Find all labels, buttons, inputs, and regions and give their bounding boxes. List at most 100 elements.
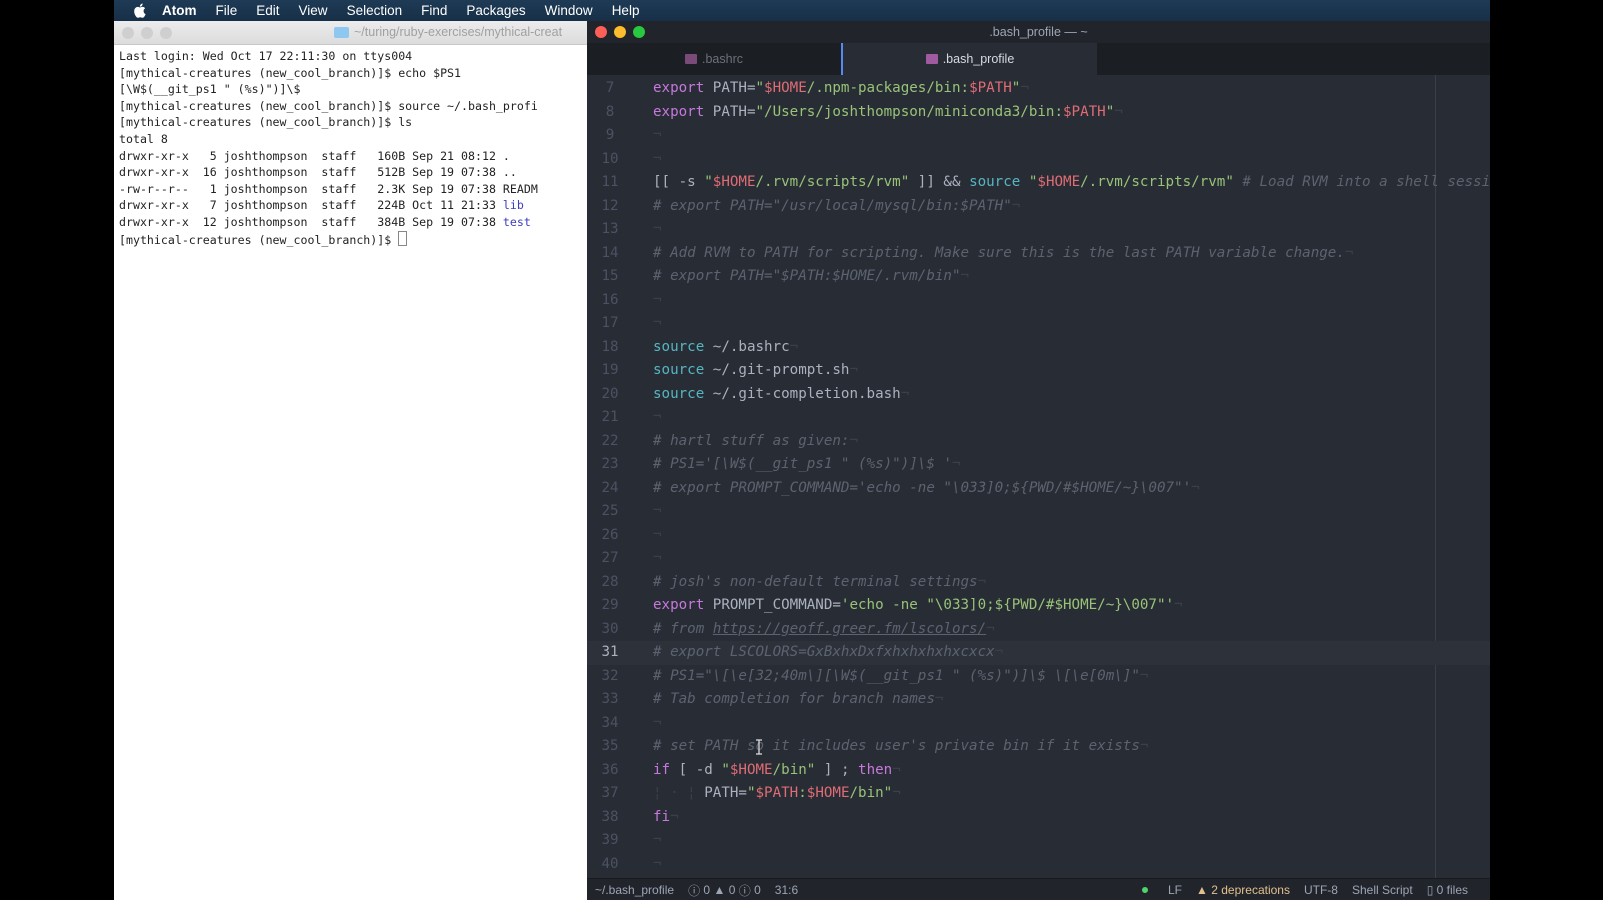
terminal-window: ~/turing/ruby-exercises/mythical-creat L… [114, 21, 587, 900]
code-line[interactable]: 26 ¬ [587, 524, 1490, 548]
code-editor[interactable]: 7 export PATH="$HOME/.npm-packages/bin:$P… [587, 75, 1490, 878]
code-line[interactable]: 36 if [ -d "$HOME/bin" ] ; then¬ [587, 759, 1490, 783]
code-line[interactable]: 16 ¬ [587, 289, 1490, 313]
terminal-output[interactable]: Last login: Wed Oct 17 22:11:30 on ttys0… [114, 45, 587, 248]
code-line[interactable]: 7 export PATH="$HOME/.npm-packages/bin:$P… [587, 77, 1490, 101]
line-number[interactable]: 34 [587, 712, 633, 736]
apple-logo-icon[interactable] [128, 3, 150, 18]
line-number[interactable]: 15 [587, 265, 633, 289]
code-line[interactable]: 29 export PROMPT_COMMAND='echo -ne "\033]… [587, 594, 1490, 618]
line-number[interactable]: 11 [587, 171, 633, 195]
grammar-selector[interactable]: Shell Script [1352, 883, 1413, 897]
code-line[interactable]: 17 ¬ [587, 312, 1490, 336]
code-line[interactable]: 14 # Add RVM to PATH for scripting. Make … [587, 242, 1490, 266]
status-file-path[interactable]: ~/.bash_profile [595, 883, 674, 897]
menu-file[interactable]: File [216, 3, 238, 18]
line-number[interactable]: 26 [587, 524, 633, 548]
line-number[interactable]: 32 [587, 665, 633, 689]
close-button[interactable] [122, 27, 134, 39]
line-number[interactable]: 33 [587, 688, 633, 712]
line-ending[interactable]: LF [1168, 883, 1182, 897]
code-line[interactable]: 40 ¬ [587, 853, 1490, 877]
menu-atom[interactable]: Atom [162, 3, 197, 18]
line-number[interactable]: 22 [587, 430, 633, 454]
code-line[interactable]: 27 ¬ [587, 547, 1490, 571]
code-token: ¬ [986, 620, 995, 637]
menu-find[interactable]: Find [421, 3, 447, 18]
minimize-button[interactable] [141, 27, 153, 39]
line-number[interactable]: 19 [587, 359, 633, 383]
code-line[interactable]: 34 ¬ [587, 712, 1490, 736]
line-number[interactable]: 8 [587, 101, 633, 125]
line-number[interactable]: 16 [587, 289, 633, 313]
code-line[interactable]: 38 fi¬ [587, 806, 1490, 830]
code-line[interactable]: 20 source ~/.git-completion.bash¬ [587, 383, 1490, 407]
code-line[interactable]: 21 ¬ [587, 406, 1490, 430]
code-line[interactable]: 23 # PS1='[\W$(__git_ps1 " (%s)")]\$ '¬ [587, 453, 1490, 477]
code-line[interactable]: 11[[ -s "$HOME/.rvm/scripts/rvm" ]] && s… [587, 171, 1490, 195]
menu-bar: Atom File Edit View Selection Find Packa… [114, 0, 1490, 21]
line-number[interactable]: 30 [587, 618, 633, 642]
deprecations-button[interactable]: ▲ 2 deprecations [1196, 883, 1290, 897]
line-number[interactable]: 40 [587, 853, 633, 877]
code-line[interactable]: 9 ¬ [587, 124, 1490, 148]
code-line[interactable]: 13 ¬ [587, 218, 1490, 242]
line-number[interactable]: 20 [587, 383, 633, 407]
encoding[interactable]: UTF-8 [1304, 883, 1338, 897]
line-number[interactable]: 12 [587, 195, 633, 219]
code-line[interactable]: 39 ¬ [587, 829, 1490, 853]
cursor-position[interactable]: 31:6 [775, 883, 798, 897]
menu-window[interactable]: Window [545, 3, 593, 18]
line-number[interactable]: 39 [587, 829, 633, 853]
line-number[interactable]: 24 [587, 477, 633, 501]
tab-bash-profile[interactable]: .bash_profile [841, 43, 1097, 75]
menu-edit[interactable]: Edit [256, 3, 279, 18]
line-number[interactable]: 23 [587, 453, 633, 477]
tab-bashrc[interactable]: .bashrc [587, 43, 841, 75]
code-line[interactable]: 24 # export PROMPT_COMMAND='echo -ne "\03… [587, 477, 1490, 501]
atom-titlebar[interactable]: .bash_profile — ~ [587, 21, 1490, 43]
code-line[interactable]: 8 export PATH="/Users/joshthompson/minico… [587, 101, 1490, 125]
code-line[interactable]: 37 ¦ · ¦ PATH="$PATH:$HOME/bin"¬ [587, 782, 1490, 806]
code-line[interactable]: 30 # from https://geoff.greer.fm/lscolors… [587, 618, 1490, 642]
line-number[interactable]: 35 [587, 735, 633, 759]
line-number[interactable]: 28 [587, 571, 633, 595]
line-number[interactable]: 37 [587, 782, 633, 806]
code-line[interactable]: 22 # hartl stuff as given:¬ [587, 430, 1490, 454]
terminal-prompt-line[interactable]: [mythical-creatures (new_cool_branch)]$ [119, 230, 587, 249]
code-line[interactable]: 10 ¬ [587, 148, 1490, 172]
code-line[interactable]: 31 # export LSCOLORS=GxBxhxDxfxhxhxhxhxcx… [587, 641, 1490, 665]
line-number[interactable]: 29 [587, 594, 633, 618]
code-line[interactable]: 18 source ~/.bashrc¬ [587, 336, 1490, 360]
line-number[interactable]: 14 [587, 242, 633, 266]
line-number[interactable]: 27 [587, 547, 633, 571]
line-number[interactable]: 31 [587, 641, 633, 665]
code-line[interactable]: 25 ¬ [587, 500, 1490, 524]
menu-packages[interactable]: Packages [466, 3, 525, 18]
menu-help[interactable]: Help [612, 3, 640, 18]
code-line[interactable]: 19 source ~/.git-prompt.sh¬ [587, 359, 1490, 383]
menu-view[interactable]: View [299, 3, 328, 18]
terminal-titlebar[interactable]: ~/turing/ruby-exercises/mythical-creat [114, 21, 587, 45]
line-number[interactable]: 9 [587, 124, 633, 148]
code-line[interactable]: 15 # export PATH="$PATH:$HOME/.rvm/bin"¬ [587, 265, 1490, 289]
line-number[interactable]: 10 [587, 148, 633, 172]
git-files[interactable]: ▯ 0 files [1427, 883, 1468, 897]
line-number[interactable]: 13 [587, 218, 633, 242]
code-line[interactable]: 12 # export PATH="/usr/local/mysql/bin:$P… [587, 195, 1490, 219]
line-number[interactable]: 7 [587, 77, 633, 101]
code-token[interactable]: https://geoff.greer.fm/lscolors/ [713, 621, 986, 637]
line-number[interactable]: 18 [587, 336, 633, 360]
line-number[interactable]: 17 [587, 312, 633, 336]
menu-selection[interactable]: Selection [347, 3, 403, 18]
code-line[interactable]: 35 # set PATH so it includes user's priva… [587, 735, 1490, 759]
code-line[interactable]: 32 # PS1="\[\e[32;40m\][\W$(__git_ps1 " (… [587, 665, 1490, 689]
linter-status[interactable]: ⓘ 0 ▲ 0 ⓘ 0 [688, 882, 761, 899]
line-number[interactable]: 36 [587, 759, 633, 783]
line-number[interactable]: 21 [587, 406, 633, 430]
code-line[interactable]: 28 # josh's non-default terminal settings… [587, 571, 1490, 595]
line-number[interactable]: 38 [587, 806, 633, 830]
line-number[interactable]: 25 [587, 500, 633, 524]
code-line[interactable]: 33 # Tab completion for branch names¬ [587, 688, 1490, 712]
zoom-button[interactable] [160, 27, 172, 39]
